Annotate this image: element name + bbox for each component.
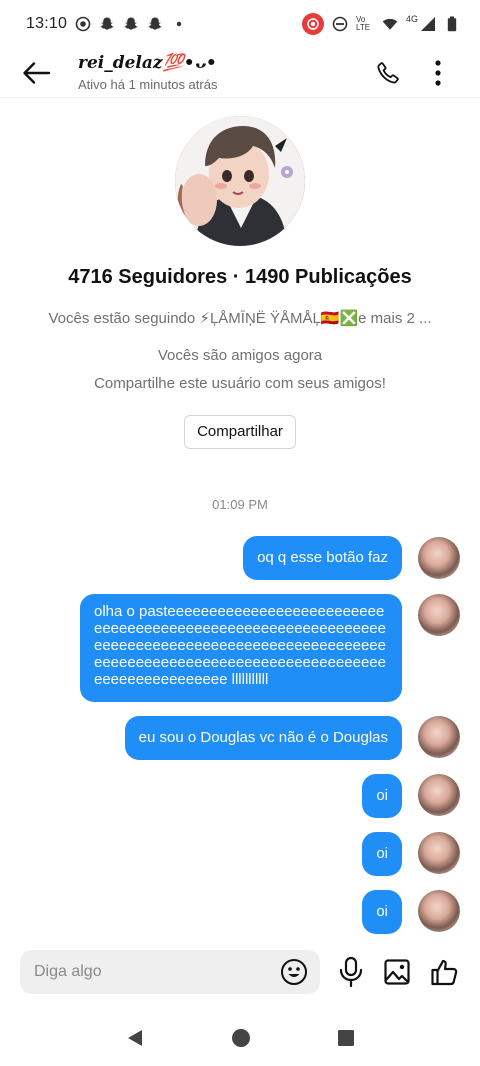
profile-summary: 4716 Seguidores · 1490 Publicações Vocês… [0, 110, 480, 449]
chat-header: rei_delaz💯•ᴗ• Ativo há 1 minutos atrás [0, 48, 480, 98]
contact-status: Ativo há 1 minutos atrás [78, 77, 218, 92]
nav-home-icon [232, 1029, 250, 1047]
more-vertical-icon [435, 59, 441, 86]
network-type-label: 4G [405, 14, 418, 24]
status-bar: 13:10 Vo LTE 4G [0, 0, 480, 48]
nav-recents-icon [338, 1030, 354, 1046]
snapchat-icon [123, 16, 139, 32]
message-bubble[interactable]: oq q esse botão faz [243, 536, 402, 580]
nav-back-icon [128, 1030, 142, 1046]
avatar [418, 890, 460, 932]
battery-icon [444, 16, 460, 32]
microphone-icon [339, 956, 363, 988]
message-timestamp: 01:09 PM [212, 497, 268, 512]
nav-home-button[interactable] [231, 1028, 251, 1048]
avatar-illustration [175, 116, 305, 246]
message-composer [20, 950, 320, 994]
recording-indicator-icon [301, 13, 324, 35]
system-nav-bar [0, 1010, 480, 1066]
image-icon [384, 959, 410, 985]
snapchat-icon [99, 16, 115, 32]
message-row: oi [362, 832, 460, 876]
message-row: olha o pasteeeeeeeeeeeeeeeeeeeeeeeeeeeee… [80, 594, 460, 702]
avatar [418, 594, 460, 636]
avatar [418, 537, 460, 579]
message-bubble[interactable]: oi [362, 890, 402, 934]
message-row: oi [362, 774, 460, 818]
nav-recents-button[interactable] [337, 1029, 355, 1047]
wifi-icon [382, 16, 398, 32]
voice-message-button[interactable] [336, 954, 366, 990]
message-bubble[interactable]: oi [362, 832, 402, 876]
do-not-disturb-icon [332, 16, 348, 32]
cell-signal-icon [420, 16, 436, 32]
contact-name: rei_delaz💯•ᴗ• [78, 53, 217, 73]
profile-avatar[interactable] [175, 116, 305, 246]
avatar [418, 832, 460, 874]
message-input[interactable] [34, 963, 280, 981]
share-hint-text: Compartilhe este usuário com seus amigos… [94, 375, 386, 392]
thumbs-up-icon [431, 959, 458, 986]
snapchat-icon [147, 16, 163, 32]
message-bubble[interactable]: oi [362, 774, 402, 818]
nav-back-button[interactable] [125, 1028, 145, 1048]
back-arrow-icon [23, 61, 51, 84]
message-bubble[interactable]: eu sou o Douglas vc não é o Douglas [124, 716, 402, 760]
voice-call-button[interactable] [374, 59, 402, 87]
message-row: eu sou o Douglas vc não é o Douglas [124, 716, 460, 760]
avatar [418, 774, 460, 816]
screen-record-icon [75, 16, 91, 32]
message-row: oq q esse botão faz [243, 536, 460, 580]
message-row: oi [362, 890, 460, 934]
volte-label: Vo LTE [355, 15, 371, 32]
friends-status-text: Vocês são amigos agora [157, 347, 323, 364]
phone-icon [377, 61, 399, 83]
status-time: 13:10 [26, 15, 68, 32]
notification-dot-icon [171, 16, 187, 32]
share-button[interactable]: Compartilhar [184, 415, 296, 449]
profile-stats: 4716 Seguidores · 1490 Publicações [68, 266, 412, 288]
emoji-icon [281, 959, 307, 985]
back-button[interactable] [0, 48, 72, 98]
emoji-button[interactable] [280, 958, 308, 986]
gallery-button[interactable] [382, 954, 412, 990]
contact-title-block[interactable]: rei_delaz💯•ᴗ• Ativo há 1 minutos atrás [78, 53, 374, 92]
avatar [418, 716, 460, 758]
message-bubble[interactable]: olha o pasteeeeeeeeeeeeeeeeeeeeeeeeeeeee… [80, 594, 402, 702]
more-options-button[interactable] [424, 59, 452, 87]
like-button[interactable] [428, 954, 462, 990]
mutual-following-text[interactable]: Vocês estão seguindo ⚡ĻÅMĪŅË ŸÅMÅĻ🇪🇸❎e m… [0, 309, 480, 327]
